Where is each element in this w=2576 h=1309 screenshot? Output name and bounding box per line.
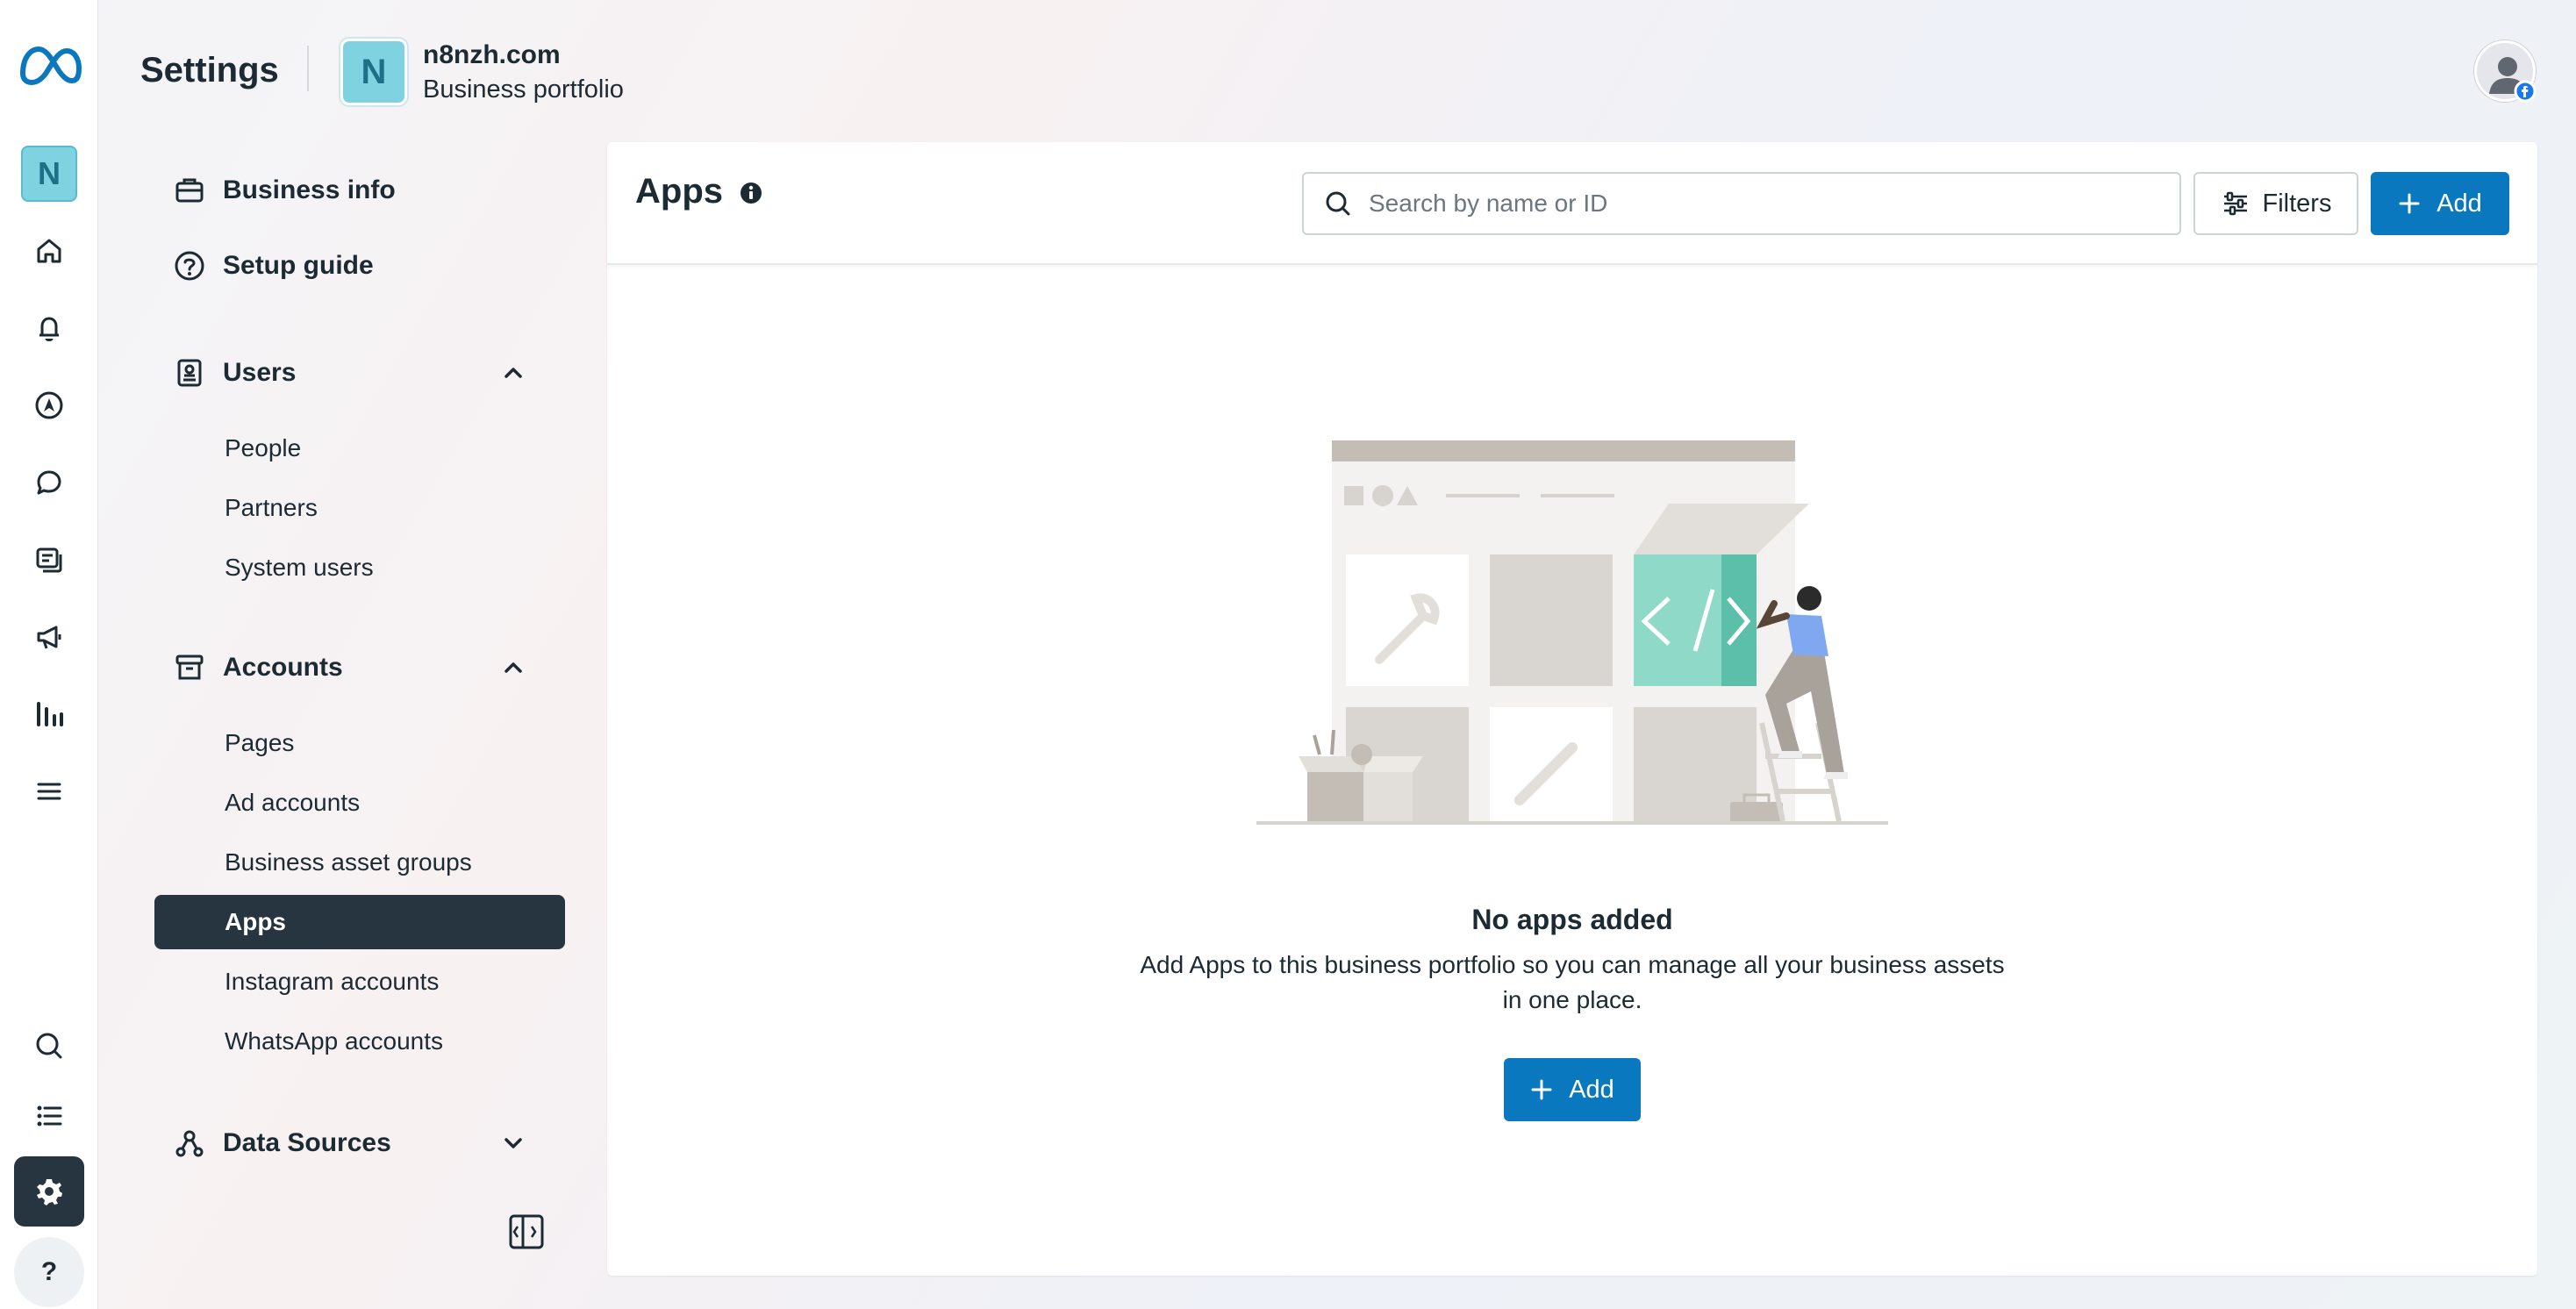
sidebar-item-people[interactable]: People [154, 421, 565, 476]
collapse-sidebar-icon[interactable] [507, 1212, 546, 1251]
plus-icon [1531, 1079, 1552, 1100]
sidebar-item-setup-guide[interactable]: Setup guide [154, 239, 565, 293]
bell-icon[interactable] [25, 304, 74, 353]
briefcase-icon [172, 173, 207, 208]
portfolio-avatar[interactable]: N [340, 39, 407, 105]
sidebar-item-partners[interactable]: Partners [154, 481, 565, 535]
chat-icon[interactable] [25, 458, 74, 507]
apps-panel: Apps Filters Add [607, 142, 2537, 1276]
sidebar-label: Business info [223, 175, 396, 204]
sidebar-label: Setup guide [223, 251, 374, 280]
sidebar-item-pages[interactable]: Pages [154, 716, 565, 770]
panel-header: Apps Filters Add [607, 142, 2537, 265]
add-label: Add [1569, 1075, 1614, 1104]
empty-state-title: No apps added [1471, 904, 1673, 935]
sidebar-item-apps[interactable]: Apps [154, 895, 565, 949]
sidebar-item-business-asset-groups[interactable]: Business asset groups [154, 835, 565, 890]
sliders-icon [2223, 191, 2247, 216]
sidebar-item-ad-accounts[interactable]: Ad accounts [154, 776, 565, 830]
sidebar-item-whatsapp-accounts[interactable]: WhatsApp accounts [154, 1014, 565, 1069]
chart-icon[interactable] [25, 690, 74, 739]
plus-icon [2399, 193, 2420, 214]
add-label: Add [2436, 189, 2482, 218]
info-icon[interactable] [739, 181, 763, 205]
list-icon[interactable] [25, 1091, 74, 1141]
business-avatar[interactable]: N [21, 146, 77, 202]
sidebar-group-users[interactable]: Users [154, 346, 565, 400]
profile-silhouette-icon [2489, 57, 2537, 103]
menu-icon[interactable] [25, 767, 74, 816]
chevron-up-icon[interactable] [500, 654, 526, 681]
search-field[interactable] [1302, 172, 2181, 235]
left-rail: N ? [0, 0, 98, 1309]
search-input[interactable] [1369, 190, 2158, 218]
empty-state-description: Add Apps to this business portfolio so y… [1140, 951, 2005, 1013]
data-sources-icon [172, 1126, 207, 1161]
settings-gear-icon[interactable] [14, 1156, 84, 1227]
meta-logo[interactable] [16, 39, 82, 91]
chevron-down-icon[interactable] [500, 1130, 526, 1156]
sidebar-label: Accounts [223, 653, 343, 682]
sidebar-item-instagram-accounts[interactable]: Instagram accounts [154, 955, 565, 1009]
search-icon[interactable] [25, 1021, 74, 1070]
content-icon[interactable] [25, 535, 74, 584]
empty-state-add-button[interactable]: Add [1504, 1058, 1641, 1121]
sidebar-label: Data Sources [223, 1128, 391, 1157]
question-circle-icon [172, 248, 207, 283]
add-button[interactable]: Add [2371, 172, 2509, 235]
navigation-icon[interactable] [25, 381, 74, 430]
portfolio-name[interactable]: n8nzh.com [423, 40, 561, 70]
filters-button[interactable]: Filters [2193, 172, 2358, 235]
archive-box-icon [172, 650, 207, 685]
help-button[interactable]: ? [14, 1237, 84, 1307]
chevron-up-icon[interactable] [500, 360, 526, 386]
sidebar-item-system-users[interactable]: System users [154, 540, 565, 595]
user-avatar[interactable] [2474, 40, 2537, 103]
sidebar-label: Users [223, 358, 297, 387]
sidebar-group-data-sources[interactable]: Data Sources [154, 1116, 565, 1170]
filters-label: Filters [2262, 189, 2332, 218]
megaphone-icon[interactable] [25, 612, 74, 662]
page-title: Settings [140, 51, 279, 89]
sidebar-item-business-info[interactable]: Business info [154, 163, 565, 218]
portfolio-type: Business portfolio [423, 75, 624, 104]
id-badge-icon [172, 355, 207, 390]
header-divider [307, 46, 309, 91]
home-icon[interactable] [25, 226, 74, 275]
sidebar-group-accounts[interactable]: Accounts [154, 640, 565, 695]
panel-title: Apps [635, 172, 723, 211]
search-icon [1326, 191, 1350, 216]
empty-state-illustration [1256, 440, 1888, 825]
